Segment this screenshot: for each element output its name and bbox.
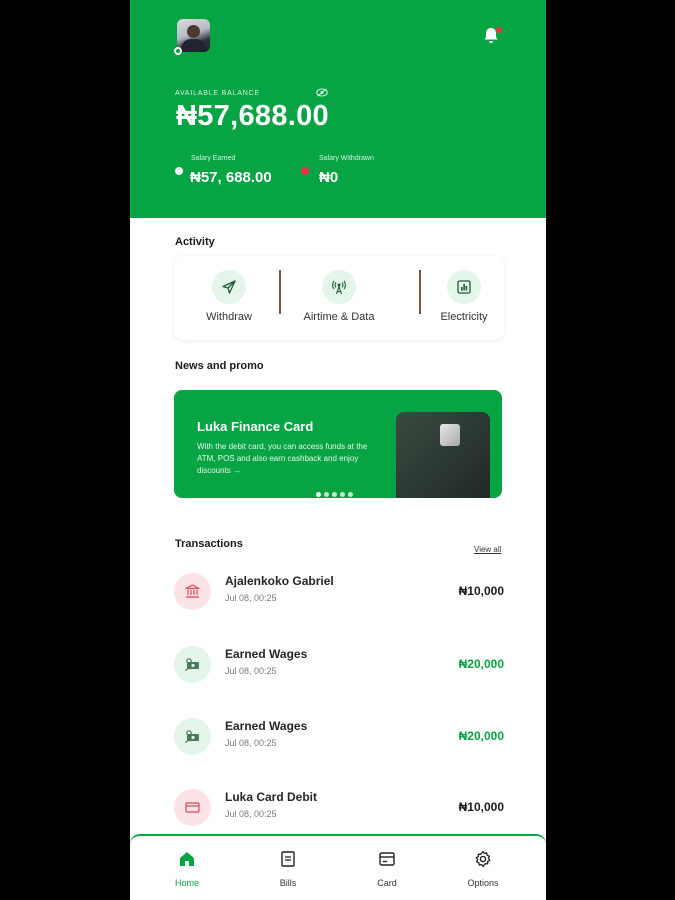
carousel-dot[interactable] <box>316 492 321 497</box>
transaction-name: Ajalenkoko Gabriel <box>225 574 334 588</box>
debit-card-image <box>396 412 490 498</box>
promo-banner[interactable]: Luka Finance Card With the debit card, y… <box>174 390 502 498</box>
nav-card-label: Card <box>377 878 397 888</box>
withdraw-label: Withdraw <box>206 311 252 323</box>
eye-off-icon[interactable] <box>316 88 328 97</box>
available-balance: ₦57,688.00 <box>176 100 329 132</box>
carousel-indicator <box>316 484 356 498</box>
transaction-amount: ₦20,000 <box>458 729 504 743</box>
divider <box>279 270 281 314</box>
transaction-date: Jul 08, 00:25 <box>225 738 277 748</box>
bank-icon <box>185 584 200 598</box>
home-icon <box>180 852 194 866</box>
bottom-navigation: Home Bills Card Options <box>130 834 546 900</box>
card-chip-icon <box>440 424 460 446</box>
salary-earned-dot <box>175 167 183 175</box>
avatar[interactable] <box>177 19 210 52</box>
money-icon <box>185 658 199 671</box>
transaction-row[interactable]: Earned Wages Jul 08, 00:25 ₦20,000 <box>174 646 504 690</box>
transaction-name: Luka Card Debit <box>225 790 318 804</box>
salary-withdrawn-dot <box>301 167 309 175</box>
transaction-name: Earned Wages <box>225 647 308 661</box>
salary-earned-label: Salary Earned <box>191 155 236 162</box>
salary-withdrawn-label: Salary Withdrawn <box>319 155 374 162</box>
app-screen: AVAILABLE BALANCE ₦57,688.00 Salary Earn… <box>130 0 546 900</box>
electricity-button[interactable]: Electricity <box>409 256 519 340</box>
salary-withdrawn-value: ₦0 <box>319 169 339 186</box>
carousel-dot[interactable] <box>340 492 345 497</box>
news-title: News and promo <box>175 360 264 372</box>
balance-header: AVAILABLE BALANCE ₦57,688.00 Salary Earn… <box>130 0 546 218</box>
airtime-data-label: Airtime & Data <box>303 311 375 323</box>
nav-home-label: Home <box>174 878 199 888</box>
transaction-date: Jul 08, 00:25 <box>225 593 277 603</box>
promo-text: With the debit card, you can access fund… <box>197 442 368 475</box>
nav-bills[interactable]: Bills <box>248 850 328 888</box>
signal-tower-icon <box>332 280 346 295</box>
meter-icon <box>457 280 471 294</box>
carousel-dot[interactable] <box>332 492 337 497</box>
balance-label: AVAILABLE BALANCE <box>175 90 260 97</box>
transactions-title: Transactions <box>175 538 243 550</box>
electricity-label: Electricity <box>440 311 488 323</box>
transaction-amount: ₦10,000 <box>458 584 504 598</box>
carousel-dot[interactable] <box>348 492 353 497</box>
card-icon <box>185 802 200 813</box>
money-icon <box>185 730 199 743</box>
view-all-link[interactable]: View all <box>474 545 501 554</box>
send-icon <box>222 280 236 294</box>
card-icon <box>379 852 395 866</box>
activity-card: Withdraw Airtime & Data Electricity <box>174 256 504 340</box>
notification-badge <box>496 27 502 33</box>
activity-title: Activity <box>175 236 215 248</box>
transaction-row[interactable]: Luka Card Debit Jul 08, 00:25 ₦10,000 <box>174 789 504 833</box>
transaction-amount: ₦10,000 <box>458 800 504 814</box>
carousel-dot[interactable] <box>324 492 329 497</box>
transaction-date: Jul 08, 00:25 <box>225 666 277 676</box>
nav-options[interactable]: Options <box>443 850 523 888</box>
withdraw-button[interactable]: Withdraw <box>174 256 284 340</box>
bills-icon <box>281 851 295 867</box>
salary-earned-value: ₦57, 688.00 <box>190 169 272 186</box>
airtime-data-button[interactable]: Airtime & Data <box>284 256 394 340</box>
transaction-date: Jul 08, 00:25 <box>225 809 277 819</box>
online-status-dot <box>174 47 182 55</box>
nav-home[interactable]: Home <box>147 850 227 888</box>
transaction-row[interactable]: Ajalenkoko Gabriel Jul 08, 00:25 ₦10,000 <box>174 573 504 617</box>
transaction-amount: ₦20,000 <box>458 657 504 671</box>
transaction-row[interactable]: Earned Wages Jul 08, 00:25 ₦20,000 <box>174 718 504 762</box>
nav-bills-label: Bills <box>279 878 297 888</box>
nav-options-label: Options <box>467 878 499 888</box>
nav-card[interactable]: Card <box>347 850 427 888</box>
transaction-name: Earned Wages <box>225 719 308 733</box>
gear-icon <box>475 850 491 868</box>
promo-title: Luka Finance Card <box>197 419 314 434</box>
